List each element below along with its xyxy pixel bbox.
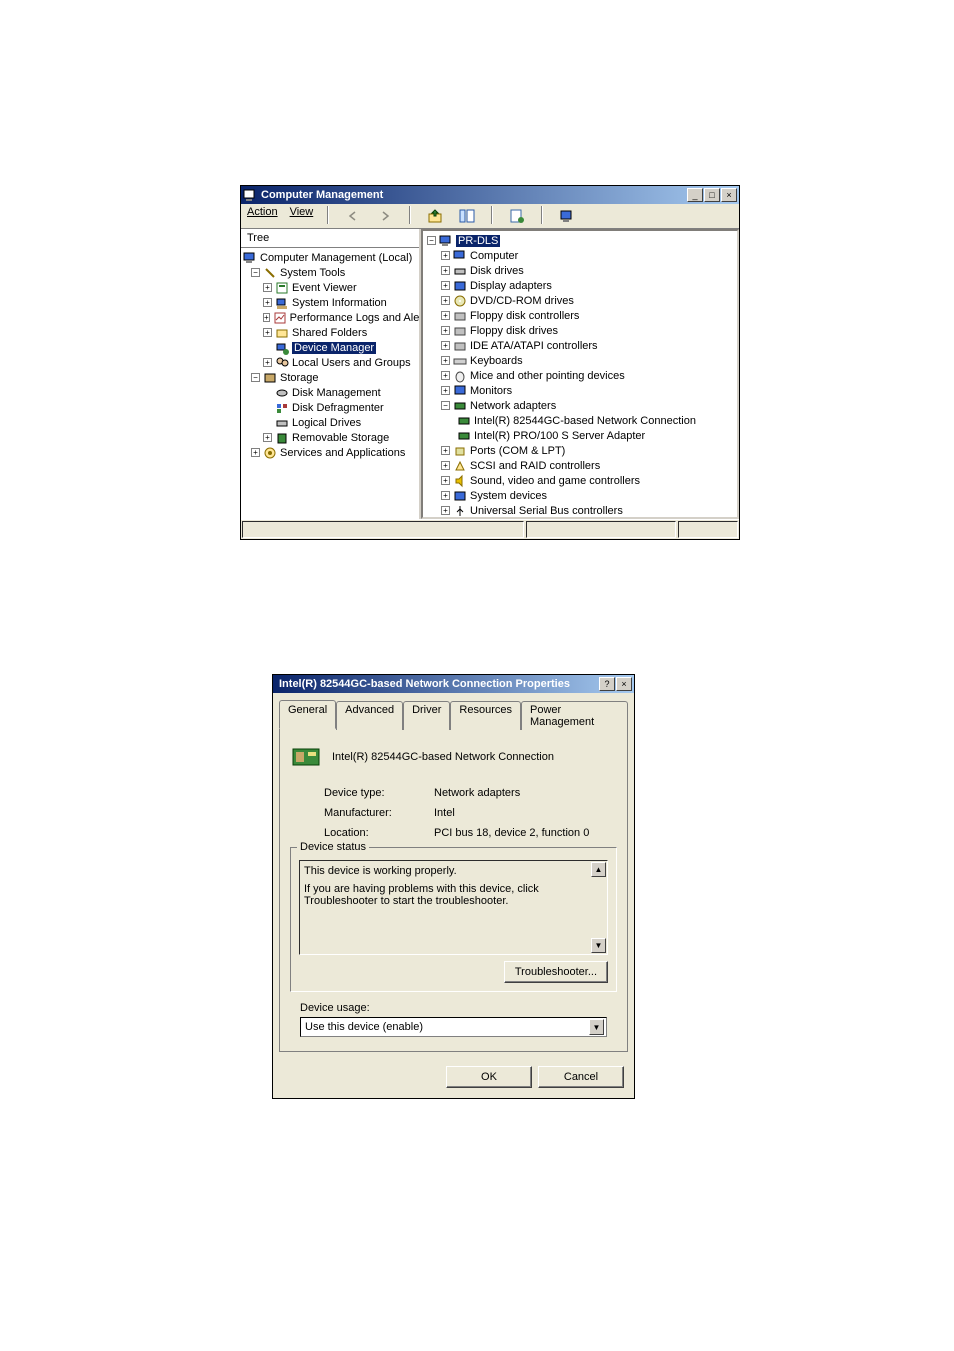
tools-icon	[263, 266, 277, 280]
computer-icon	[453, 249, 467, 263]
users-groups-icon	[275, 356, 289, 370]
device-status-group: Device status This device is working pro…	[290, 847, 617, 992]
monitor-icon	[453, 384, 467, 398]
device-properties-dialog: Intel(R) 82544GC-based Network Connectio…	[272, 674, 635, 1099]
dialog-title: Intel(R) 82544GC-based Network Connectio…	[275, 678, 599, 690]
defrag-icon	[275, 401, 289, 415]
up-level-button[interactable]	[425, 206, 445, 226]
nav-forward-button[interactable]	[375, 206, 395, 226]
tab-general[interactable]: General	[279, 700, 336, 729]
titlebar[interactable]: Computer Management _ □ ×	[241, 186, 739, 204]
device-tree[interactable]: −PR-DLS +Computer +Disk drives +Display …	[423, 231, 737, 519]
device-type-label: Device type:	[324, 787, 434, 799]
tree-item-net1[interactable]: Intel(R) PRO/100 S Server Adapter	[474, 430, 645, 442]
dialog-titlebar[interactable]: Intel(R) 82544GC-based Network Connectio…	[273, 675, 634, 693]
network-adapter-icon	[453, 399, 467, 413]
cdrom-icon	[453, 294, 467, 308]
device-type-value: Network adapters	[434, 787, 520, 799]
troubleshooter-button[interactable]: Troubleshooter...	[504, 961, 608, 983]
drive-icon	[275, 416, 289, 430]
network-adapter-icon	[290, 741, 322, 773]
scroll-up-button[interactable]: ▲	[591, 862, 606, 877]
tree-item-net0[interactable]: Intel(R) 82544GC-based Network Connectio…	[474, 415, 696, 427]
display-adapter-icon	[453, 279, 467, 293]
tab-power-management[interactable]: Power Management	[521, 701, 628, 730]
computer-icon	[243, 251, 257, 265]
shared-folders-icon	[275, 326, 289, 340]
device-name: Intel(R) 82544GC-based Network Connectio…	[332, 751, 554, 763]
storage-icon	[263, 371, 277, 385]
result-pane: −PR-DLS +Computer +Disk drives +Display …	[421, 229, 739, 519]
properties-button[interactable]	[507, 206, 527, 226]
manufacturer-label: Manufacturer:	[324, 807, 434, 819]
system-info-icon	[275, 296, 289, 310]
device-status-legend: Device status	[297, 841, 369, 853]
device-usage-value: Use this device (enable)	[305, 1021, 423, 1033]
floppy-controller-icon	[453, 309, 467, 323]
tab-driver[interactable]: Driver	[403, 701, 450, 730]
system-device-icon	[453, 489, 467, 503]
keyboard-icon	[453, 354, 467, 368]
tree-tab[interactable]: Tree	[241, 229, 419, 248]
tab-advanced[interactable]: Advanced	[336, 701, 403, 730]
scsi-icon	[453, 459, 467, 473]
services-icon	[263, 446, 277, 460]
chevron-down-icon[interactable]: ▼	[589, 1019, 604, 1035]
menubar: Action View	[241, 204, 739, 229]
tab-resources[interactable]: Resources	[450, 701, 521, 730]
general-panel: Intel(R) 82544GC-based Network Connectio…	[279, 728, 628, 1052]
nav-back-button[interactable]	[343, 206, 363, 226]
menu-view[interactable]: View	[290, 206, 314, 226]
computer-management-icon	[243, 188, 257, 202]
close-button[interactable]: ×	[616, 677, 632, 691]
removable-storage-icon	[275, 431, 289, 445]
close-button[interactable]: ×	[721, 188, 737, 202]
ide-controller-icon	[453, 339, 467, 353]
location-label: Location:	[324, 827, 434, 839]
device-usage-combo[interactable]: Use this device (enable) ▼	[300, 1017, 607, 1037]
device-status-text: This device is working properly. If you …	[299, 860, 608, 955]
window-title: Computer Management	[261, 189, 687, 201]
statusbar	[241, 519, 739, 539]
floppy-drive-icon	[453, 324, 467, 338]
scope-tree[interactable]: Computer Management (Local) −System Tool…	[241, 248, 419, 462]
network-adapter-icon	[457, 429, 471, 443]
perf-logs-icon	[273, 311, 287, 325]
manufacturer-value: Intel	[434, 807, 455, 819]
tree-root-computer[interactable]: PR-DLS	[456, 235, 500, 247]
computer-icon	[439, 234, 453, 248]
computer-scan-button[interactable]	[557, 206, 577, 226]
usb-icon	[453, 504, 467, 518]
location-value: PCI bus 18, device 2, function 0	[434, 827, 589, 839]
disk-drive-icon	[453, 264, 467, 278]
network-adapter-icon	[457, 414, 471, 428]
minimize-button[interactable]: _	[687, 188, 703, 202]
menu-action[interactable]: Action	[247, 206, 278, 226]
ok-button[interactable]: OK	[446, 1066, 532, 1088]
help-button[interactable]: ?	[599, 677, 615, 691]
port-icon	[453, 444, 467, 458]
scope-pane: Tree Computer Management (Local) −System…	[241, 229, 421, 519]
maximize-button[interactable]: □	[704, 188, 720, 202]
tab-strip: General Advanced Driver Resources Power …	[279, 699, 628, 728]
device-usage-label: Device usage:	[300, 1002, 617, 1014]
scroll-down-button[interactable]: ▼	[591, 938, 606, 953]
device-manager-icon	[275, 341, 289, 355]
cancel-button[interactable]: Cancel	[538, 1066, 624, 1088]
event-viewer-icon	[275, 281, 289, 295]
disk-mgmt-icon	[275, 386, 289, 400]
computer-management-window: Computer Management _ □ × Action View	[240, 185, 740, 540]
mouse-icon	[453, 369, 467, 383]
tree-item-device-manager[interactable]: Device Manager	[292, 342, 376, 354]
show-hide-tree-button[interactable]	[457, 206, 477, 226]
sound-icon	[453, 474, 467, 488]
